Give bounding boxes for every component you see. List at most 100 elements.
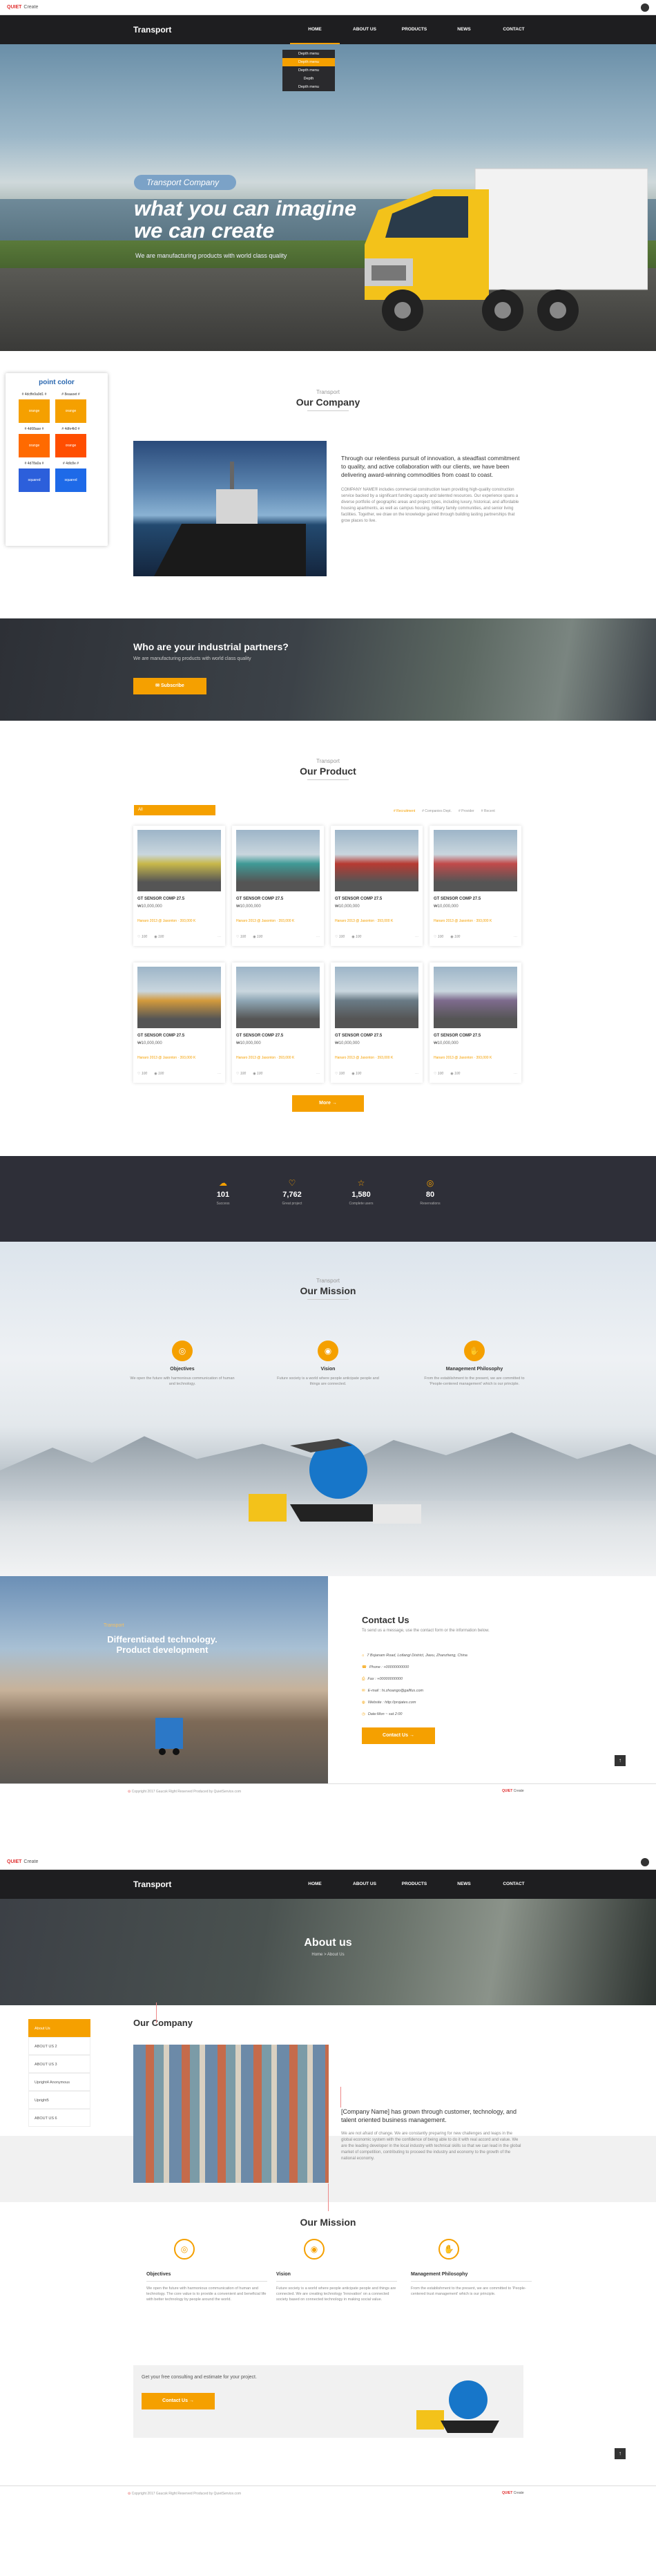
view-count: 100 [355, 1072, 362, 1076]
view-count: 100 [256, 935, 263, 939]
heart-icon[interactable]: ♡ 100 [236, 1072, 246, 1076]
about-body: We are not afraid of change. We are cons… [341, 2132, 521, 2161]
more-button[interactable]: More → [292, 1095, 364, 1112]
nav-contact[interactable]: CONTACT [489, 1870, 539, 1899]
more-icon[interactable]: ⋯ [415, 1072, 418, 1076]
product-price: ₩10,000,000 [434, 905, 459, 909]
tagline-line2: Product development [116, 1645, 209, 1655]
stat-item: ◎ 80 Reservations [403, 1178, 458, 1206]
product-card[interactable]: GT SENSOR COMP 27.5 ₩10,000,000 Hanaro 201… [133, 963, 225, 1083]
stat-item: ♡ 7,762 Great project [264, 1178, 320, 1206]
product-card[interactable]: GT SENSOR COMP 27.5 ₩10,000,000 Hanaro 201… [331, 963, 423, 1083]
view-count: 100 [157, 1072, 164, 1076]
tab-recent[interactable]: # Recent [481, 809, 495, 813]
nav-news[interactable]: NEWS [439, 1870, 489, 1899]
nav-contact[interactable]: CONTACT [489, 15, 539, 44]
category-filter[interactable]: All [134, 805, 215, 815]
consult-text: Get your free consulting and estimate fo… [142, 2375, 257, 2380]
product-card[interactable]: GT SENSOR COMP 27.5 ₩10,000,000 Hanaro 201… [232, 826, 324, 946]
more-icon[interactable]: ⋯ [514, 1072, 517, 1076]
contact-button[interactable]: Contact Us → [142, 2393, 215, 2409]
sidenav-item[interactable]: Upright5 [28, 2091, 90, 2109]
section-heading: Our Mission [300, 2217, 356, 2228]
heart-icon[interactable]: ♡ 100 [137, 1072, 147, 1076]
contact-website[interactable]: ◍ Website : http://projates.com [362, 1701, 416, 1705]
tab-companies[interactable]: # Companies Dept. [422, 809, 452, 813]
logistics-illustration [249, 1439, 421, 1524]
tab-recruitment[interactable]: # Recruitment [394, 809, 415, 813]
nav-products[interactable]: PRODUCTS [389, 1870, 439, 1899]
site-logo[interactable]: Transport [133, 25, 171, 35]
sidenav-item[interactable]: Upright4 Anonymous [28, 2073, 90, 2091]
nav-home[interactable]: HOME [290, 15, 340, 44]
more-icon[interactable]: ⋯ [316, 935, 320, 939]
stat-label: Reservations [420, 1202, 441, 1206]
swatch-label: # 4dlc8e # [62, 462, 79, 466]
sidenav-item[interactable]: ABOUT US 2 [28, 2037, 90, 2055]
swatch-label: # 4d68aae # [24, 427, 44, 431]
scroll-top-icon[interactable]: ↑ [615, 2448, 626, 2459]
product-image [434, 967, 517, 1028]
like-count: 100 [240, 1072, 247, 1076]
nav-news[interactable]: NEWS [439, 15, 489, 44]
dropdown-item[interactable]: Depth menu [282, 58, 335, 66]
heart-icon[interactable]: ♡ 100 [434, 935, 443, 939]
more-icon[interactable]: ⋯ [218, 935, 221, 939]
sidenav-item[interactable]: ABOUT US 6 [28, 2109, 90, 2127]
product-title: GT SENSOR COMP 27.5 [137, 897, 185, 901]
contact-line: 7 Bojanam Road, Lotlangi District, Jiaxu… [367, 1654, 467, 1658]
product-card[interactable]: GT SENSOR COMP 27.5 ₩10,000,000 Hanaro 201… [133, 826, 225, 946]
product-card[interactable]: GT SENSOR COMP 27.5 ₩10,000,000 Hanaro 201… [430, 826, 521, 946]
hero-title-line2: we can create [134, 218, 275, 243]
product-card[interactable]: GT SENSOR COMP 27.5 ₩10,000,000 Hanaro 201… [331, 826, 423, 946]
scroll-top-icon[interactable]: ↑ [615, 1755, 626, 1766]
color-swatch[interactable]: # 4dlc8e # squared [55, 462, 86, 492]
stat-number: 101 [216, 1191, 230, 1199]
product-card[interactable]: GT SENSOR COMP 27.5 ₩10,000,000 Hanaro 201… [232, 963, 324, 1083]
partners-subtitle: We are manufacturing products with world… [133, 656, 251, 661]
heart-icon[interactable]: ♡ 100 [335, 1072, 345, 1076]
subscribe-button[interactable]: ✉ Subscribe [133, 678, 206, 694]
truck-icon [155, 1718, 183, 1755]
contact-button[interactable]: Contact Us → [362, 1727, 435, 1744]
more-icon[interactable]: ⋯ [514, 935, 517, 939]
dropdown-item[interactable]: Depth [282, 75, 335, 83]
product-card[interactable]: GT SENSOR COMP 27.5 ₩10,000,000 Hanaro 201… [430, 963, 521, 1083]
sidenav-item[interactable]: About Us [28, 2019, 90, 2037]
settings-icon[interactable] [641, 3, 649, 12]
hero-subtitle: We are manufacturing products with world… [135, 252, 287, 259]
heart-icon[interactable]: ♡ 100 [335, 935, 345, 939]
product-price: ₩10,000,000 [335, 905, 360, 909]
nav-home[interactable]: HOME [290, 1870, 340, 1899]
sidenav-item[interactable]: ABOUT US 3 [28, 2055, 90, 2073]
heart-icon[interactable]: ♡ 100 [434, 1072, 443, 1076]
nav-about[interactable]: ABOUT US [340, 15, 389, 44]
mission-philosophy: ✋ Management Philosophy From the establish… [419, 1341, 530, 1387]
color-swatch[interactable]: # 4d78a0a # squared [19, 462, 50, 492]
dropdown-item[interactable]: Depth menu [282, 66, 335, 75]
contact-email[interactable]: ✉ E-mail : hi.zhoango@gallfus.com [362, 1689, 423, 1693]
more-icon[interactable]: ⋯ [415, 935, 418, 939]
dropdown-item[interactable]: Depth menu [282, 50, 335, 58]
more-icon[interactable]: ⋯ [316, 1072, 320, 1076]
stat-number: 80 [425, 1191, 435, 1199]
color-swatch[interactable]: # 4d68aae # orange [19, 427, 50, 457]
handshake-icon: ✋ [438, 2239, 459, 2260]
nav-about[interactable]: ABOUT US [340, 1870, 389, 1899]
settings-icon[interactable] [641, 1857, 649, 1866]
handshake-icon: ✋ [464, 1341, 485, 1361]
hero-title: what you can imagine we can create [134, 198, 356, 242]
color-swatch[interactable]: # 4dfe4k0 # orange [55, 427, 86, 457]
product-price: ₩10,000,000 [236, 905, 261, 909]
mission-heading: Objectives [146, 2272, 267, 2282]
nav-products[interactable]: PRODUCTS [389, 15, 439, 44]
heart-icon[interactable]: ♡ 100 [137, 935, 147, 939]
dropdown-item[interactable]: Depth menu [282, 83, 335, 91]
heart-icon[interactable]: ♡ 100 [236, 935, 246, 939]
product-meta: Hanaro 2013 @ Jasonton · 393,000 K [137, 919, 196, 923]
product-stats: ♡ 100 ◉ 100 [137, 1072, 164, 1076]
tab-provider[interactable]: # Provider [459, 809, 474, 813]
more-icon[interactable]: ⋯ [218, 1072, 221, 1076]
site-logo[interactable]: Transport [133, 1879, 171, 1889]
mission-text: Future society is a world where people a… [276, 2286, 396, 2302]
